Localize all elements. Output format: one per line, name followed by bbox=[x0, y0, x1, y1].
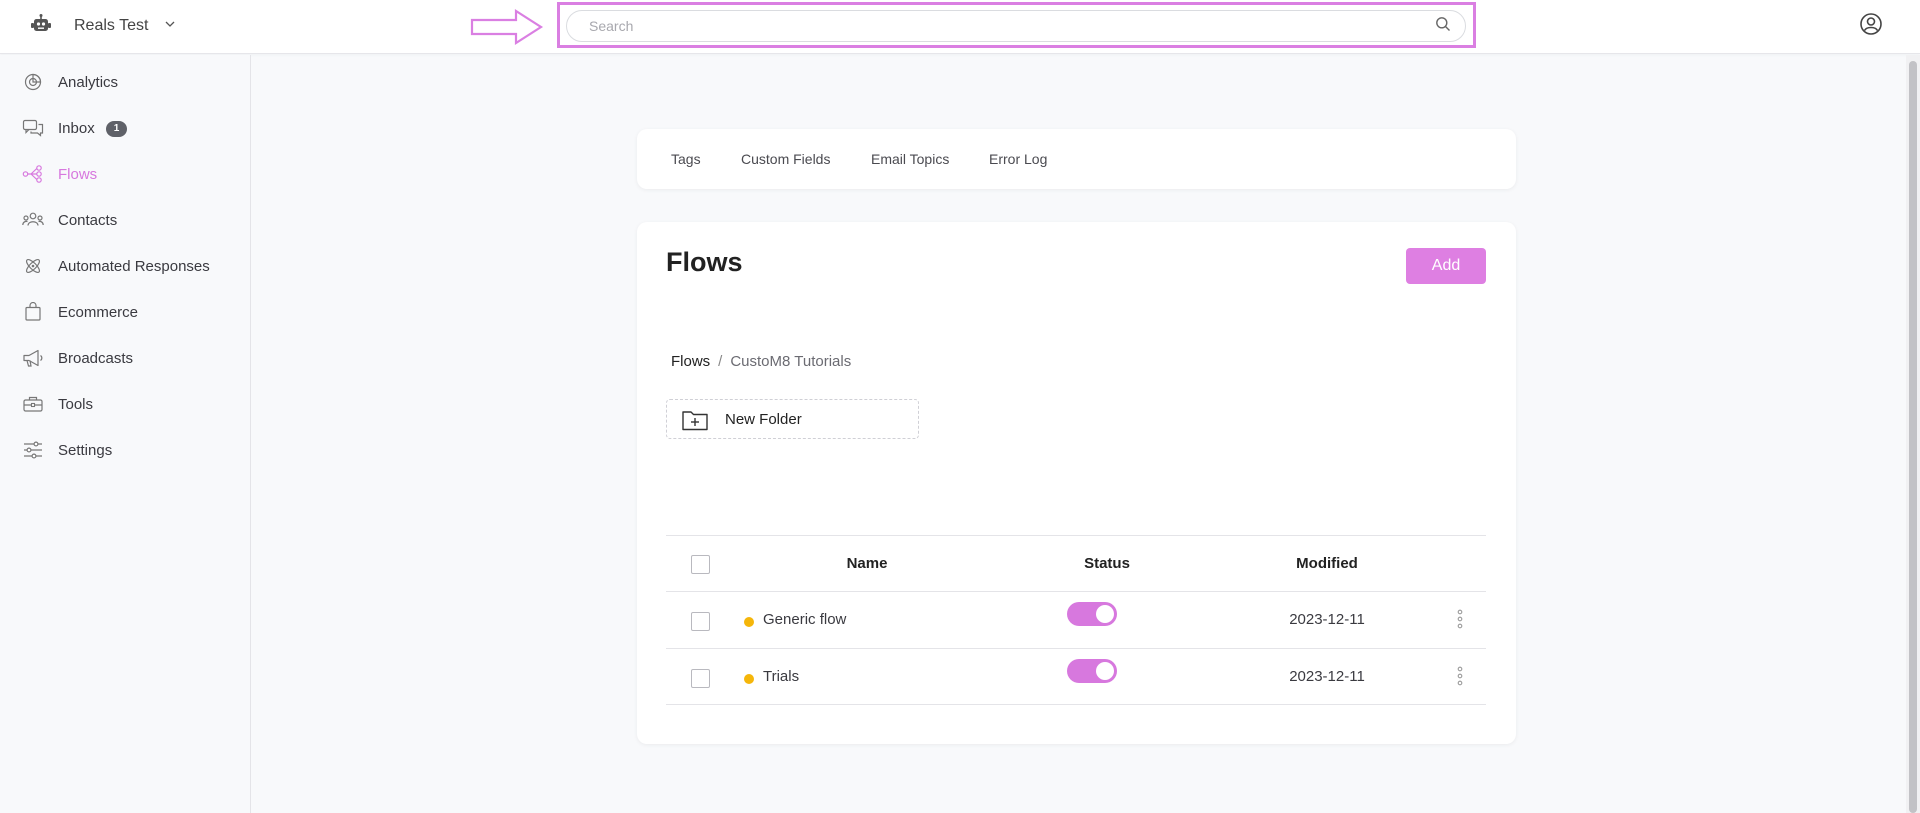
more-options-icon[interactable] bbox=[1454, 664, 1466, 690]
contacts-icon bbox=[22, 210, 44, 230]
page-scrollbar[interactable] bbox=[1906, 55, 1920, 813]
sidebar-item-label: Automated Responses bbox=[58, 257, 210, 275]
new-folder-button[interactable]: New Folder bbox=[666, 399, 919, 439]
table-row[interactable]: Generic flow 2023-12-11 bbox=[666, 591, 1486, 648]
bot-icon bbox=[30, 13, 52, 40]
row-checkbox[interactable] bbox=[691, 612, 710, 631]
column-header-name: Name bbox=[846, 555, 888, 572]
row-checkbox[interactable] bbox=[691, 669, 710, 688]
sidebar-item-automated-responses[interactable]: Automated Responses bbox=[0, 247, 250, 285]
sidebar-item-inbox[interactable]: Inbox 1 bbox=[0, 109, 250, 147]
breadcrumb: Flows / CustoM8 Tutorials bbox=[671, 353, 851, 370]
breadcrumb-current-folder: CustoM8 Tutorials bbox=[730, 353, 852, 370]
status-dot bbox=[744, 617, 754, 627]
workspace-switcher[interactable]: Reals Test bbox=[30, 0, 176, 52]
top-bar: Reals Test bbox=[0, 0, 1920, 54]
modified-date: 2023-12-11 bbox=[1289, 611, 1365, 628]
sliders-icon bbox=[22, 440, 44, 460]
tab-error-log[interactable]: Error Log bbox=[989, 151, 1047, 167]
tab-custom-fields[interactable]: Custom Fields bbox=[741, 151, 830, 167]
sidebar-item-broadcasts[interactable]: Broadcasts bbox=[0, 339, 250, 377]
sidebar-item-label: Inbox bbox=[58, 119, 95, 137]
search-input[interactable] bbox=[589, 18, 1435, 34]
sidebar-item-label: Contacts bbox=[58, 211, 118, 229]
automated-responses-icon bbox=[22, 256, 44, 276]
toggle-knob bbox=[1096, 605, 1114, 623]
tab-email-topics[interactable]: Email Topics bbox=[871, 151, 949, 167]
status-toggle[interactable] bbox=[1067, 659, 1117, 683]
sidebar: Analytics Inbox 1 Flows Contacts Automat… bbox=[0, 55, 251, 813]
search-icon[interactable] bbox=[1435, 16, 1451, 37]
more-options-icon[interactable] bbox=[1454, 607, 1466, 633]
sidebar-item-flows[interactable]: Flows bbox=[0, 155, 250, 193]
table-header-row: Name Status Modified bbox=[666, 535, 1486, 591]
breadcrumb-flows-link[interactable]: Flows bbox=[671, 353, 710, 370]
inbox-icon bbox=[22, 118, 44, 138]
flows-panel: Flows Add Flows / CustoM8 Tutorials New … bbox=[637, 222, 1516, 744]
megaphone-icon bbox=[22, 348, 44, 368]
sidebar-item-label: Tools bbox=[58, 395, 94, 413]
sidebar-item-label: Flows bbox=[58, 165, 98, 183]
user-account-icon[interactable] bbox=[1859, 12, 1883, 41]
folder-plus-icon bbox=[681, 408, 709, 437]
sidebar-item-analytics[interactable]: Analytics bbox=[0, 63, 250, 101]
flows-table: Name Status Modified Generic flow 2023-1… bbox=[666, 535, 1486, 705]
toggle-knob bbox=[1096, 662, 1114, 680]
select-all-checkbox[interactable] bbox=[691, 555, 710, 574]
sidebar-item-label: Settings bbox=[58, 441, 113, 459]
status-toggle[interactable] bbox=[1067, 602, 1117, 626]
settings-tabs: Tags Custom Fields Email Topics Error Lo… bbox=[637, 129, 1516, 189]
toolbox-icon bbox=[22, 394, 44, 414]
sidebar-item-contacts[interactable]: Contacts bbox=[0, 201, 250, 239]
column-header-modified: Modified bbox=[1296, 555, 1358, 572]
unread-count-badge: 1 bbox=[106, 121, 127, 137]
search-bar bbox=[566, 10, 1466, 42]
status-dot bbox=[744, 674, 754, 684]
flow-name[interactable]: Trials bbox=[763, 668, 799, 685]
sidebar-item-ecommerce[interactable]: Ecommerce bbox=[0, 293, 250, 331]
arrow-right-icon bbox=[470, 8, 544, 51]
new-folder-label: New Folder bbox=[725, 410, 802, 428]
shopping-bag-icon bbox=[22, 301, 44, 322]
sidebar-item-tools[interactable]: Tools bbox=[0, 385, 250, 423]
chevron-down-icon bbox=[164, 17, 176, 35]
sidebar-item-label: Analytics bbox=[58, 73, 119, 91]
analytics-icon bbox=[22, 72, 44, 92]
breadcrumb-separator: / bbox=[718, 353, 723, 370]
sidebar-item-settings[interactable]: Settings bbox=[0, 431, 250, 469]
scrollbar-thumb[interactable] bbox=[1909, 61, 1917, 813]
add-button[interactable]: Add bbox=[1406, 248, 1486, 284]
workspace-name: Reals Test bbox=[74, 17, 149, 34]
sidebar-item-label: Ecommerce bbox=[58, 303, 139, 321]
modified-date: 2023-12-11 bbox=[1289, 668, 1365, 685]
sidebar-item-label: Broadcasts bbox=[58, 349, 134, 367]
page-title: Flows bbox=[666, 247, 743, 277]
tab-tags[interactable]: Tags bbox=[671, 151, 701, 167]
flows-icon bbox=[22, 164, 44, 184]
column-header-status: Status bbox=[1084, 555, 1130, 572]
table-row[interactable]: Trials 2023-12-11 bbox=[666, 648, 1486, 705]
flow-name[interactable]: Generic flow bbox=[763, 611, 846, 628]
